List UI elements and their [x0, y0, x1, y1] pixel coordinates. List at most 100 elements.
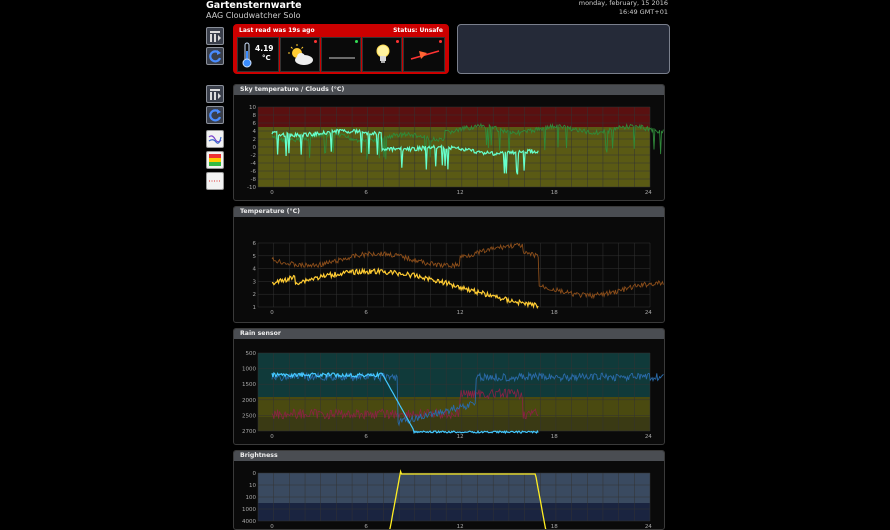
- y-tick-label: -8: [251, 177, 257, 183]
- x-tick-label: 24: [645, 190, 652, 196]
- x-tick-label: 18: [551, 524, 558, 530]
- y-tick-label: 1000: [242, 367, 256, 373]
- refresh-icon: [208, 49, 222, 63]
- sky-panel: Sky temperature / Clouds (°C) 1086420-2-…: [233, 84, 665, 201]
- x-tick-label: 24: [645, 524, 652, 530]
- chart-mode-button[interactable]: [206, 27, 224, 45]
- y-tick-label: -10: [247, 185, 256, 191]
- temperature-cell[interactable]: 4.19 °C: [237, 37, 279, 72]
- y-tick-label: 5: [253, 254, 257, 260]
- y-tick-label: -4: [251, 161, 257, 167]
- partly-cloudy-icon: [287, 43, 315, 67]
- x-tick-label: 12: [457, 434, 464, 440]
- temperature-current-series: [272, 269, 538, 307]
- x-tick-label: 12: [457, 190, 464, 196]
- datetime: monday, february, 15 2016 16:49 GMT+01: [540, 0, 668, 17]
- sky-panel-title: Sky temperature / Clouds (°C): [234, 85, 664, 95]
- clear-band: [258, 127, 650, 187]
- rain-ok-dot: [355, 40, 358, 43]
- refresh-charts-button[interactable]: [206, 106, 224, 124]
- brightness-panel-title: Brightness: [234, 451, 664, 461]
- rain-panel-title: Rain sensor: [234, 329, 664, 339]
- y-tick-label: 2700: [242, 429, 256, 435]
- dry-band: [258, 353, 650, 397]
- x-tick-label: 18: [551, 190, 558, 196]
- chart-mode-icon: [208, 29, 222, 43]
- y-tick-label: 1000: [242, 507, 256, 513]
- x-tick-label: 6: [364, 524, 368, 530]
- device-subtitle: AAG Cloudwatcher Solo: [206, 11, 301, 20]
- y-tick-label: 6: [253, 121, 257, 127]
- observatory-title: Gartensternwarte: [206, 0, 302, 11]
- rain-band: [258, 417, 650, 431]
- safety-status-text: Status: Unsafe: [393, 27, 443, 34]
- x-tick-label: 24: [645, 310, 652, 316]
- sky-chart[interactable]: 1086420-2-4-6-8-1006121824: [234, 95, 665, 201]
- x-tick-label: 0: [270, 310, 274, 316]
- y-tick-label: 10: [249, 105, 256, 111]
- y-tick-label: 4: [253, 267, 257, 273]
- temperature-value: 4.19: [255, 44, 274, 53]
- y-tick-label: 6: [253, 241, 257, 247]
- cloudy-band: [258, 107, 650, 127]
- last-read-text: Last read was 19s ago: [239, 27, 315, 34]
- y-tick-label: 0: [253, 145, 257, 151]
- x-tick-label: 0: [270, 434, 274, 440]
- y-tick-label: -2: [251, 153, 256, 159]
- x-tick-label: 6: [364, 310, 368, 316]
- rain-panel: Rain sensor 5001000150020002500270006121…: [233, 328, 665, 445]
- y-tick-label: 4: [253, 129, 257, 135]
- status-header: Last read was 19s ago Status: Unsafe: [235, 26, 447, 35]
- dotted-lines-icon: [208, 174, 222, 188]
- refresh-button[interactable]: [206, 47, 224, 65]
- temperature-panel: Temperature (°C) 6 5 4 3 2 1 0 6 12 18 24: [233, 206, 665, 323]
- rain-cell[interactable]: [321, 37, 361, 72]
- y-tick-label: -6: [251, 169, 257, 175]
- thresholds-icon: [208, 153, 222, 167]
- y-tick-label: 4000: [242, 519, 256, 525]
- chart-mode-button-2[interactable]: [206, 85, 224, 103]
- wind-icon: [409, 47, 441, 63]
- y-tick-label: 2: [253, 292, 257, 298]
- y-tick-label: 2500: [242, 413, 256, 419]
- clouds-cell[interactable]: [280, 37, 320, 72]
- y-tick-label: 1: [253, 305, 257, 311]
- x-tick-label: 24: [645, 434, 652, 440]
- brightness-chart[interactable]: 0101001000400006121824: [234, 461, 665, 530]
- y-tick-label: 0: [253, 471, 257, 477]
- brightness-alert-dot: [396, 40, 399, 43]
- y-tick-label: 3: [253, 279, 257, 285]
- lines-toggle-button[interactable]: [206, 130, 224, 148]
- temperature-chart[interactable]: 6 5 4 3 2 1 0 6 12 18 24: [234, 217, 665, 323]
- brightness-cell[interactable]: [362, 37, 402, 72]
- y-tick-label: 1500: [242, 382, 256, 388]
- date-text: monday, february, 15 2016: [540, 0, 668, 8]
- wind-cell[interactable]: [403, 37, 445, 72]
- night-band: [258, 503, 650, 521]
- x-tick-label: 18: [551, 310, 558, 316]
- refresh-icon: [208, 108, 222, 122]
- x-tick-label: 6: [364, 434, 368, 440]
- x-tick-label: 0: [270, 524, 274, 530]
- chart-mode-icon: [208, 87, 222, 101]
- x-tick-label: 6: [364, 190, 368, 196]
- temperature-panel-title: Temperature (°C): [234, 207, 664, 217]
- info-box: [457, 24, 670, 74]
- day-band: [258, 473, 650, 503]
- x-tick-label: 18: [551, 434, 558, 440]
- thresholds-button[interactable]: [206, 151, 224, 169]
- y-tick-label: 10: [249, 483, 256, 489]
- x-tick-label: 12: [457, 524, 464, 530]
- brightness-panel: Brightness 0101001000400006121824: [233, 450, 665, 530]
- wind-alert-dot: [439, 40, 442, 43]
- temperature-unit: °C: [262, 54, 271, 62]
- dotted-lines-button[interactable]: [206, 172, 224, 190]
- rain-chart[interactable]: 5001000150020002500270006121824: [234, 339, 665, 445]
- status-panel: Last read was 19s ago Status: Unsafe 4.1…: [233, 24, 449, 74]
- bulb-icon: [375, 43, 391, 67]
- x-tick-label: 0: [270, 190, 274, 196]
- x-tick-label: 12: [457, 310, 464, 316]
- y-tick-label: 2: [253, 137, 257, 143]
- rain-none-icon: [328, 48, 356, 62]
- y-tick-label: 500: [246, 351, 257, 357]
